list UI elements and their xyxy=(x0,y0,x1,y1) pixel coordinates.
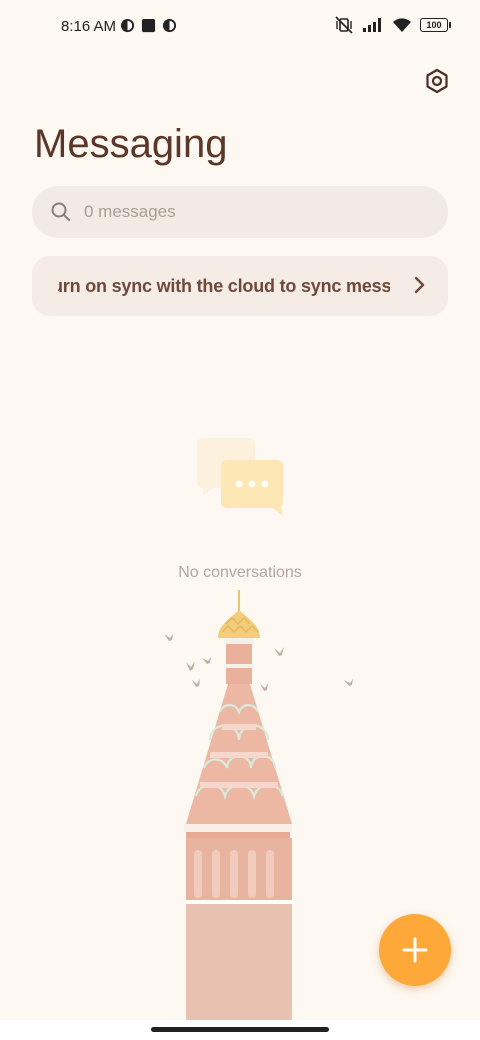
page-title: Messaging xyxy=(34,122,228,166)
square-notification-icon xyxy=(141,18,156,33)
sync-banner-text: urn on sync with the cloud to sync messa… xyxy=(58,276,390,297)
search-icon xyxy=(51,202,71,222)
plus-icon xyxy=(402,937,428,963)
chevron-right-icon xyxy=(414,276,425,294)
home-gesture-bar[interactable] xyxy=(151,1027,329,1032)
vibrate-muted-icon xyxy=(335,16,353,34)
status-time: 8:16 AM xyxy=(61,18,117,35)
notification-icons xyxy=(120,18,177,33)
settings-hexagon-icon xyxy=(426,68,448,94)
app-notification-icon xyxy=(162,18,177,33)
search-bar[interactable] xyxy=(32,186,448,238)
search-input[interactable] xyxy=(82,201,448,223)
new-message-button[interactable] xyxy=(379,914,451,986)
tower-illustration xyxy=(164,590,353,1020)
battery-icon: 100 xyxy=(420,18,451,32)
chat-bubbles-icon xyxy=(197,438,283,516)
sync-banner-label: urn on sync with the cloud to sync messa… xyxy=(58,276,390,296)
signal-icon xyxy=(363,18,381,32)
system-icons: 100 xyxy=(334,16,451,34)
app-notification-icon xyxy=(120,18,135,33)
status-bar: 8:16 AM 100 xyxy=(0,0,480,56)
sync-banner[interactable]: urn on sync with the cloud to sync messa… xyxy=(32,256,448,316)
settings-button[interactable] xyxy=(422,66,452,96)
wifi-icon xyxy=(393,18,411,32)
empty-state-label: No conversations xyxy=(178,564,302,581)
home-indicator xyxy=(0,1020,480,1040)
